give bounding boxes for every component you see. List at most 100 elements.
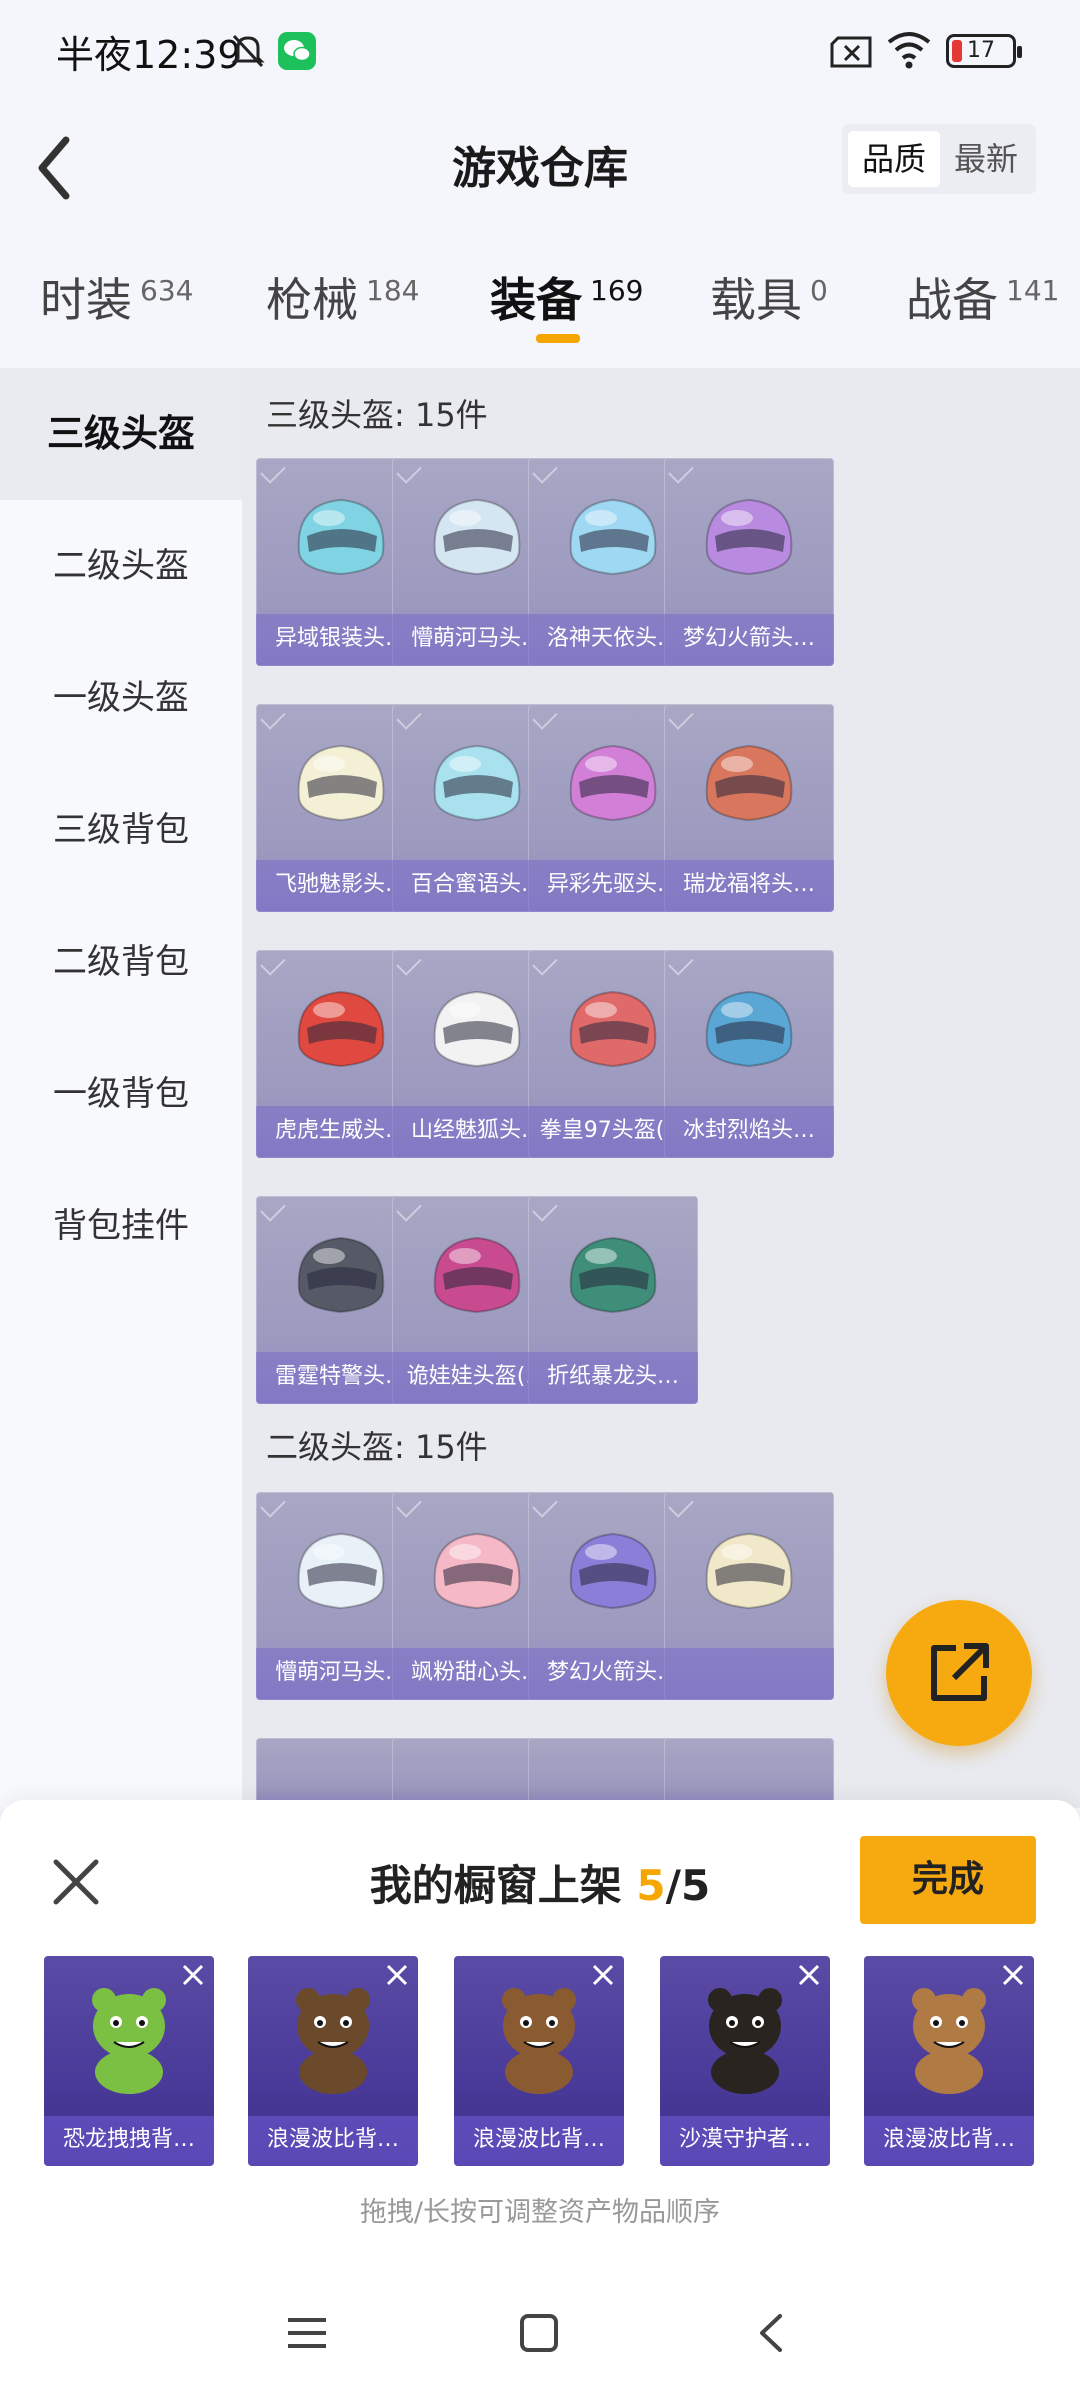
check-icon — [260, 704, 286, 730]
wechat-icon — [278, 32, 316, 70]
showcase-item[interactable]: 沙漠守护者… — [660, 1956, 830, 2166]
section-title-level3-helmet: 三级头盔: 15件 — [266, 396, 488, 434]
item-name: 梦幻火箭头… — [664, 614, 834, 666]
helmet-icon — [297, 1532, 385, 1610]
sidebar-item-level3-helmet[interactable]: 三级头盔 — [0, 368, 242, 500]
battery-fill — [952, 40, 962, 62]
sidebar: 三级头盔 二级头盔 一级头盔 三级背包 二级背包 一级背包 背包挂件 — [0, 368, 242, 1808]
showcase-item[interactable]: 恐龙拽拽背… — [44, 1956, 214, 2166]
item-name — [664, 1648, 834, 1700]
check-icon — [396, 704, 422, 730]
helmet-icon — [433, 990, 521, 1068]
check-icon — [532, 1492, 558, 1518]
helmet-icon — [433, 498, 521, 576]
sort-quality-button[interactable]: 品质 — [848, 131, 940, 187]
item-card[interactable]: 冰封烈焰头… — [664, 950, 834, 1158]
check-icon — [532, 1196, 558, 1222]
external-link-icon — [931, 1643, 989, 1701]
check-icon — [668, 950, 694, 976]
sidebar-item-level1-backpack[interactable]: 一级背包 — [0, 1028, 242, 1160]
sidebar-item-backpack-charm[interactable]: 背包挂件 — [0, 1160, 242, 1292]
no-sim-icon — [830, 36, 872, 68]
showcase-item[interactable]: 浪漫波比背… — [248, 1956, 418, 2166]
item-card[interactable]: 折纸暴龙头… — [528, 1196, 698, 1404]
helmet-icon — [705, 1532, 793, 1610]
check-icon — [668, 458, 694, 484]
check-icon — [396, 950, 422, 976]
showcase-item-name: 浪漫波比背… — [864, 2116, 1034, 2166]
check-icon — [668, 704, 694, 730]
done-button[interactable]: 完成 — [860, 1836, 1036, 1924]
showcase-item-name: 沙漠守护者… — [660, 2116, 830, 2166]
category-tabs: 时装 634 枪械 184 装备 169 载具 0 战备 141 — [0, 250, 1080, 360]
active-tab-indicator — [536, 334, 580, 343]
helmet-icon — [569, 1532, 657, 1610]
helmet-icon — [297, 1236, 385, 1314]
check-icon — [668, 1492, 694, 1518]
helmet-icon — [433, 1532, 521, 1610]
item-name: 折纸暴龙头… — [528, 1352, 698, 1404]
backpack-icon — [912, 1988, 986, 2094]
backpack-icon — [296, 1988, 370, 2094]
tab-equipment[interactable]: 装备 169 — [490, 264, 643, 330]
check-icon — [260, 458, 286, 484]
home-icon[interactable] — [514, 2308, 564, 2358]
check-icon — [260, 1492, 286, 1518]
share-float-button[interactable] — [886, 1600, 1032, 1746]
helmet-icon — [705, 990, 793, 1068]
check-icon — [396, 458, 422, 484]
sort-toggle: 品质 最新 — [842, 124, 1036, 194]
item-card[interactable] — [664, 1738, 834, 1808]
check-icon — [532, 950, 558, 976]
showcase-item-name: 恐龙拽拽背… — [44, 2116, 214, 2166]
helmet-icon — [705, 498, 793, 576]
item-name: 冰封烈焰头… — [664, 1106, 834, 1158]
helmet-icon — [569, 498, 657, 576]
helmet-icon — [433, 744, 521, 822]
showcase-item[interactable]: 浪漫波比背… — [864, 1956, 1034, 2166]
check-icon — [396, 1196, 422, 1222]
bell-muted-icon — [231, 34, 265, 68]
navigation-bar — [0, 2270, 1080, 2400]
backpack-icon — [708, 1988, 782, 2094]
helmet-icon — [297, 498, 385, 576]
sidebar-item-level3-backpack[interactable]: 三级背包 — [0, 764, 242, 896]
showcase-count: 5 — [636, 1861, 666, 1910]
item-card[interactable] — [664, 1492, 834, 1700]
helmet-icon — [705, 744, 793, 822]
battery-level: 17 — [967, 38, 995, 63]
check-icon — [532, 458, 558, 484]
check-icon — [260, 950, 286, 976]
backpack-icon — [92, 1988, 166, 2094]
status-bar: 半夜12:39 17 — [0, 0, 1080, 110]
showcase-item-name: 浪漫波比背… — [454, 2116, 624, 2166]
helmet-icon — [569, 990, 657, 1068]
menu-icon[interactable] — [282, 2308, 332, 2358]
check-icon — [260, 1196, 286, 1222]
showcase-item-name: 浪漫波比背… — [248, 2116, 418, 2166]
helmet-icon — [297, 990, 385, 1068]
sort-latest-button[interactable]: 最新 — [940, 131, 1032, 187]
item-card[interactable]: 瑞龙福将头… — [664, 704, 834, 912]
showcase-item[interactable]: 浪漫波比背… — [454, 1956, 624, 2166]
helmet-icon — [569, 1236, 657, 1314]
item-grid: 三级头盔: 15件 异域银装头… 懵萌河马头… 洛神天依头… 梦幻火箭头… 飞驰魅影头…… — [242, 368, 1080, 1808]
backpack-icon — [502, 1988, 576, 2094]
section-title-level2-helmet: 二级头盔: 15件 — [266, 1428, 488, 1466]
nav-back-icon[interactable] — [748, 2308, 798, 2358]
title-bar: 游戏仓库 品质 最新 — [0, 110, 1080, 240]
helmet-icon — [297, 744, 385, 822]
tab-guns[interactable]: 枪械 184 — [266, 264, 419, 330]
tab-vehicles[interactable]: 载具 0 — [710, 264, 828, 330]
sidebar-item-level2-backpack[interactable]: 二级背包 — [0, 896, 242, 1028]
sidebar-item-level2-helmet[interactable]: 二级头盔 — [0, 500, 242, 632]
item-name: 瑞龙福将头… — [664, 860, 834, 912]
helmet-icon — [433, 1236, 521, 1314]
tab-fashion[interactable]: 时装 634 — [40, 264, 193, 330]
showcase-panel: 我的橱窗上架 5/5 完成 恐龙拽拽背… 浪漫波比背… 浪漫波比背… 沙漠守护者… 浪漫… — [0, 1800, 1080, 2400]
sidebar-item-level1-helmet[interactable]: 一级头盔 — [0, 632, 242, 764]
item-card[interactable]: 梦幻火箭头… — [664, 458, 834, 666]
battery-icon: 17 — [946, 34, 1022, 68]
check-icon — [396, 1492, 422, 1518]
tab-supplies[interactable]: 战备 141 — [906, 264, 1059, 330]
